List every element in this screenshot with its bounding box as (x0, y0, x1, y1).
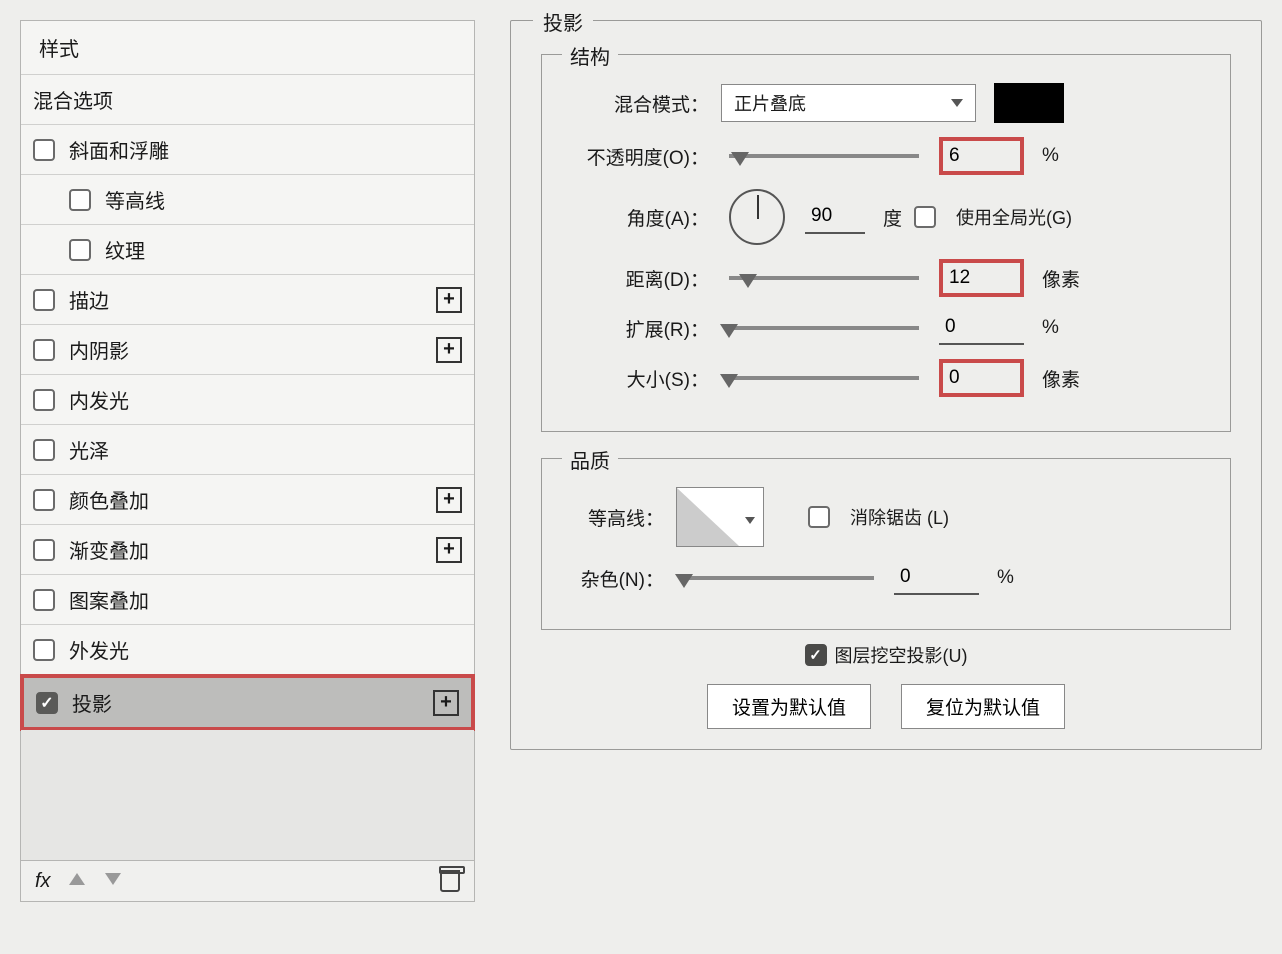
move-down-button[interactable] (105, 869, 129, 893)
style-row-7[interactable]: 颜色叠加+ (21, 475, 474, 525)
blend-mode-dropdown[interactable]: 正片叠底 (721, 84, 976, 122)
size-label: 大小(S)： (564, 365, 709, 392)
style-checkbox[interactable] (33, 539, 55, 561)
structure-legend: 结构 (562, 41, 618, 70)
styles-empty-area (21, 730, 474, 860)
style-checkbox[interactable] (33, 339, 55, 361)
opacity-input[interactable] (939, 137, 1024, 175)
shadow-color-swatch[interactable] (994, 83, 1064, 123)
distance-label: 距离(D)： (564, 265, 709, 292)
set-default-button[interactable]: 设置为默认值 (707, 684, 871, 729)
distance-unit: 像素 (1042, 265, 1080, 292)
style-row-3[interactable]: 描边+ (21, 275, 474, 325)
global-light-label: 使用全局光(G) (956, 204, 1072, 230)
style-checkbox[interactable] (33, 489, 55, 511)
blending-options-label: 混合选项 (33, 85, 462, 114)
style-label: 纹理 (105, 235, 462, 264)
style-label: 内发光 (69, 385, 462, 414)
style-checkbox[interactable] (33, 389, 55, 411)
fx-label[interactable]: fx (35, 870, 51, 893)
spread-slider[interactable] (729, 326, 919, 330)
style-label: 等高线 (105, 185, 462, 214)
style-checkbox[interactable] (36, 692, 58, 714)
angle-unit: 度 (883, 204, 902, 231)
noise-input[interactable] (894, 561, 979, 595)
style-checkbox[interactable] (33, 589, 55, 611)
contour-picker[interactable] (676, 487, 764, 547)
noise-unit: % (997, 567, 1014, 589)
antialias-checkbox[interactable] (808, 506, 830, 528)
size-slider[interactable] (729, 376, 919, 380)
angle-dial[interactable] (729, 189, 785, 245)
drop-shadow-legend: 投影 (533, 7, 593, 36)
style-label: 图案叠加 (69, 585, 462, 614)
style-row-4[interactable]: 内阴影+ (21, 325, 474, 375)
contour-label: 等高线： (564, 504, 664, 531)
structure-fieldset: 结构 混合模式： 正片叠底 不透明度(O)： % 角度(A)： (541, 54, 1231, 432)
opacity-label: 不透明度(O)： (564, 143, 709, 170)
spread-input[interactable] (939, 311, 1024, 345)
style-label: 颜色叠加 (69, 485, 436, 514)
distance-input[interactable] (939, 259, 1024, 297)
style-row-2[interactable]: 纹理 (21, 225, 474, 275)
style-row-10[interactable]: 外发光 (21, 625, 474, 675)
trash-icon[interactable] (440, 870, 460, 892)
effect-settings-panel: 投影 结构 混合模式： 正片叠底 不透明度(O)： % 角 (510, 20, 1262, 902)
spread-unit: % (1042, 317, 1059, 339)
distance-slider[interactable] (729, 276, 919, 280)
spread-label: 扩展(R)： (564, 315, 709, 342)
quality-legend: 品质 (562, 445, 618, 474)
style-row-8[interactable]: 渐变叠加+ (21, 525, 474, 575)
style-label: 渐变叠加 (69, 535, 436, 564)
opacity-unit: % (1042, 145, 1059, 167)
move-up-button[interactable] (69, 869, 93, 893)
knockout-label: 图层挖空投影(U) (835, 642, 968, 668)
size-unit: 像素 (1042, 365, 1080, 392)
style-row-6[interactable]: 光泽 (21, 425, 474, 475)
style-row-1[interactable]: 等高线 (21, 175, 474, 225)
styles-header: 样式 (21, 21, 474, 75)
style-label: 斜面和浮雕 (69, 135, 462, 164)
style-label: 描边 (69, 285, 436, 314)
size-input[interactable] (939, 359, 1024, 397)
style-checkbox[interactable] (33, 639, 55, 661)
quality-fieldset: 品质 等高线： 消除锯齿 (L) 杂色(N)： % (541, 458, 1231, 630)
style-checkbox[interactable] (33, 139, 55, 161)
global-light-checkbox[interactable] (914, 206, 936, 228)
style-checkbox[interactable] (33, 289, 55, 311)
add-effect-icon[interactable]: + (433, 690, 459, 716)
styles-bottom-bar: fx (21, 860, 474, 901)
add-effect-icon[interactable]: + (436, 287, 462, 313)
style-label: 光泽 (69, 435, 462, 464)
blend-mode-label: 混合模式： (564, 90, 709, 117)
reset-default-button[interactable]: 复位为默认值 (901, 684, 1065, 729)
add-effect-icon[interactable]: + (436, 537, 462, 563)
styles-panel: 样式 混合选项 斜面和浮雕等高线纹理描边+内阴影+内发光光泽颜色叠加+渐变叠加+… (20, 20, 475, 902)
style-label: 投影 (72, 688, 433, 717)
drop-shadow-fieldset: 投影 结构 混合模式： 正片叠底 不透明度(O)： % 角 (510, 20, 1262, 750)
style-row-11[interactable]: 投影+ (20, 674, 475, 731)
add-effect-icon[interactable]: + (436, 487, 462, 513)
angle-input[interactable] (805, 200, 865, 234)
style-checkbox[interactable] (33, 439, 55, 461)
noise-label: 杂色(N)： (564, 565, 664, 592)
style-checkbox[interactable] (69, 189, 91, 211)
style-row-9[interactable]: 图案叠加 (21, 575, 474, 625)
style-label: 外发光 (69, 635, 462, 664)
opacity-slider[interactable] (729, 154, 919, 158)
noise-slider[interactable] (684, 576, 874, 580)
style-checkbox[interactable] (69, 239, 91, 261)
blend-mode-value: 正片叠底 (734, 90, 806, 116)
style-row-5[interactable]: 内发光 (21, 375, 474, 425)
style-row-0[interactable]: 斜面和浮雕 (21, 125, 474, 175)
antialias-label: 消除锯齿 (L) (850, 504, 949, 530)
knockout-checkbox[interactable] (805, 644, 827, 666)
style-label: 内阴影 (69, 335, 436, 364)
add-effect-icon[interactable]: + (436, 337, 462, 363)
angle-label: 角度(A)： (564, 204, 709, 231)
blending-options-row[interactable]: 混合选项 (21, 75, 474, 125)
